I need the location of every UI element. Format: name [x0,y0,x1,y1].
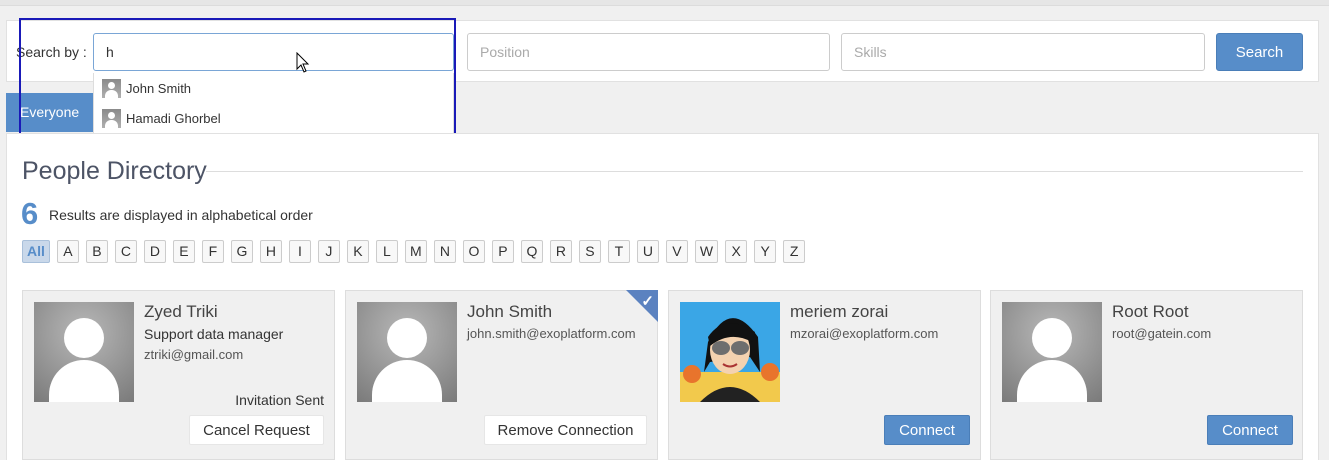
letter-filter-f[interactable]: F [201,240,224,263]
person-name[interactable]: Root Root [1112,302,1189,322]
suggestion-item[interactable]: John Smith [102,77,191,99]
letter-filter-all[interactable]: All [22,240,50,263]
letter-filter-z[interactable]: Z [783,240,806,263]
letter-filter-t[interactable]: T [607,240,630,263]
avatar[interactable] [1002,302,1102,402]
suggestion-name: John Smith [126,80,192,96]
letter-filter-u[interactable]: U [636,240,659,263]
letter-filter-w[interactable]: W [694,240,719,263]
letter-filter-j[interactable]: J [317,240,340,263]
remove-connection-button[interactable]: Remove Connection [484,415,647,445]
alphabet-filter: All A B C D E F G H I J K L M N O P Q R S T U V W X Y Z [22,240,812,263]
person-email: root@gatein.com [1112,326,1212,341]
person-card: John Smith john.smith@exoplatform.com Re… [345,290,658,460]
letter-filter-l[interactable]: L [375,240,398,263]
top-bar [0,0,1329,6]
letter-filter-g[interactable]: G [230,240,253,263]
name-search-input[interactable]: h [93,33,454,71]
letter-filter-o[interactable]: O [462,240,485,263]
result-count: 6 [21,196,39,231]
search-by-label: Search by : [16,44,87,60]
person-email: ztriki@gmail.com [144,347,244,362]
connect-button[interactable]: Connect [1207,415,1293,445]
suggestion-dropdown: John Smith Hamadi Ghorbel [93,73,454,135]
person-card: meriem zorai mzorai@exoplatform.com Conn… [668,290,981,460]
title-divider [206,171,1303,172]
person-position: Support data manager [144,326,284,342]
letter-filter-y[interactable]: Y [754,240,777,263]
letter-filter-h[interactable]: H [259,240,282,263]
person-card: Zyed Triki Support data manager ztriki@g… [22,290,335,460]
skills-input[interactable]: Skills [841,33,1205,71]
person-name[interactable]: John Smith [467,302,552,322]
letter-filter-m[interactable]: M [404,240,427,263]
connect-button[interactable]: Connect [884,415,970,445]
person-card: Root Root root@gatein.com Connect [990,290,1303,460]
letter-filter-c[interactable]: C [114,240,137,263]
letter-filter-v[interactable]: V [665,240,688,263]
avatar[interactable] [357,302,457,402]
cancel-request-button[interactable]: Cancel Request [189,415,324,445]
suggestion-name: Hamadi Ghorbel [126,110,221,126]
avatar[interactable] [34,302,134,402]
page-title: People Directory [22,157,207,185]
letter-filter-s[interactable]: S [578,240,601,263]
letter-filter-x[interactable]: X [725,240,748,263]
letter-filter-e[interactable]: E [172,240,195,263]
result-count-text: Results are displayed in alphabetical or… [49,207,313,223]
letter-filter-i[interactable]: I [288,240,311,263]
check-icon: ✓ [641,293,654,310]
letter-filter-b[interactable]: B [85,240,108,263]
person-email: john.smith@exoplatform.com [467,326,636,341]
letter-filter-n[interactable]: N [433,240,456,263]
letter-filter-r[interactable]: R [549,240,572,263]
letter-filter-d[interactable]: D [143,240,166,263]
search-button[interactable]: Search [1216,33,1303,71]
position-input[interactable]: Position [467,33,830,71]
letter-filter-a[interactable]: A [56,240,79,263]
avatar-icon [102,108,121,128]
person-name[interactable]: Zyed Triki [144,302,218,322]
person-email: mzorai@exoplatform.com [790,326,939,341]
letter-filter-p[interactable]: P [491,240,514,263]
invitation-status: Invitation Sent [235,392,324,408]
letter-filter-q[interactable]: Q [520,240,543,263]
avatar[interactable] [680,302,780,402]
letter-filter-k[interactable]: K [346,240,369,263]
mouse-cursor-icon [296,52,310,73]
tab-everyone[interactable]: Everyone [6,93,94,132]
suggestion-item[interactable]: Hamadi Ghorbel [102,107,221,129]
avatar-icon [102,78,121,98]
person-name[interactable]: meriem zorai [790,302,888,322]
